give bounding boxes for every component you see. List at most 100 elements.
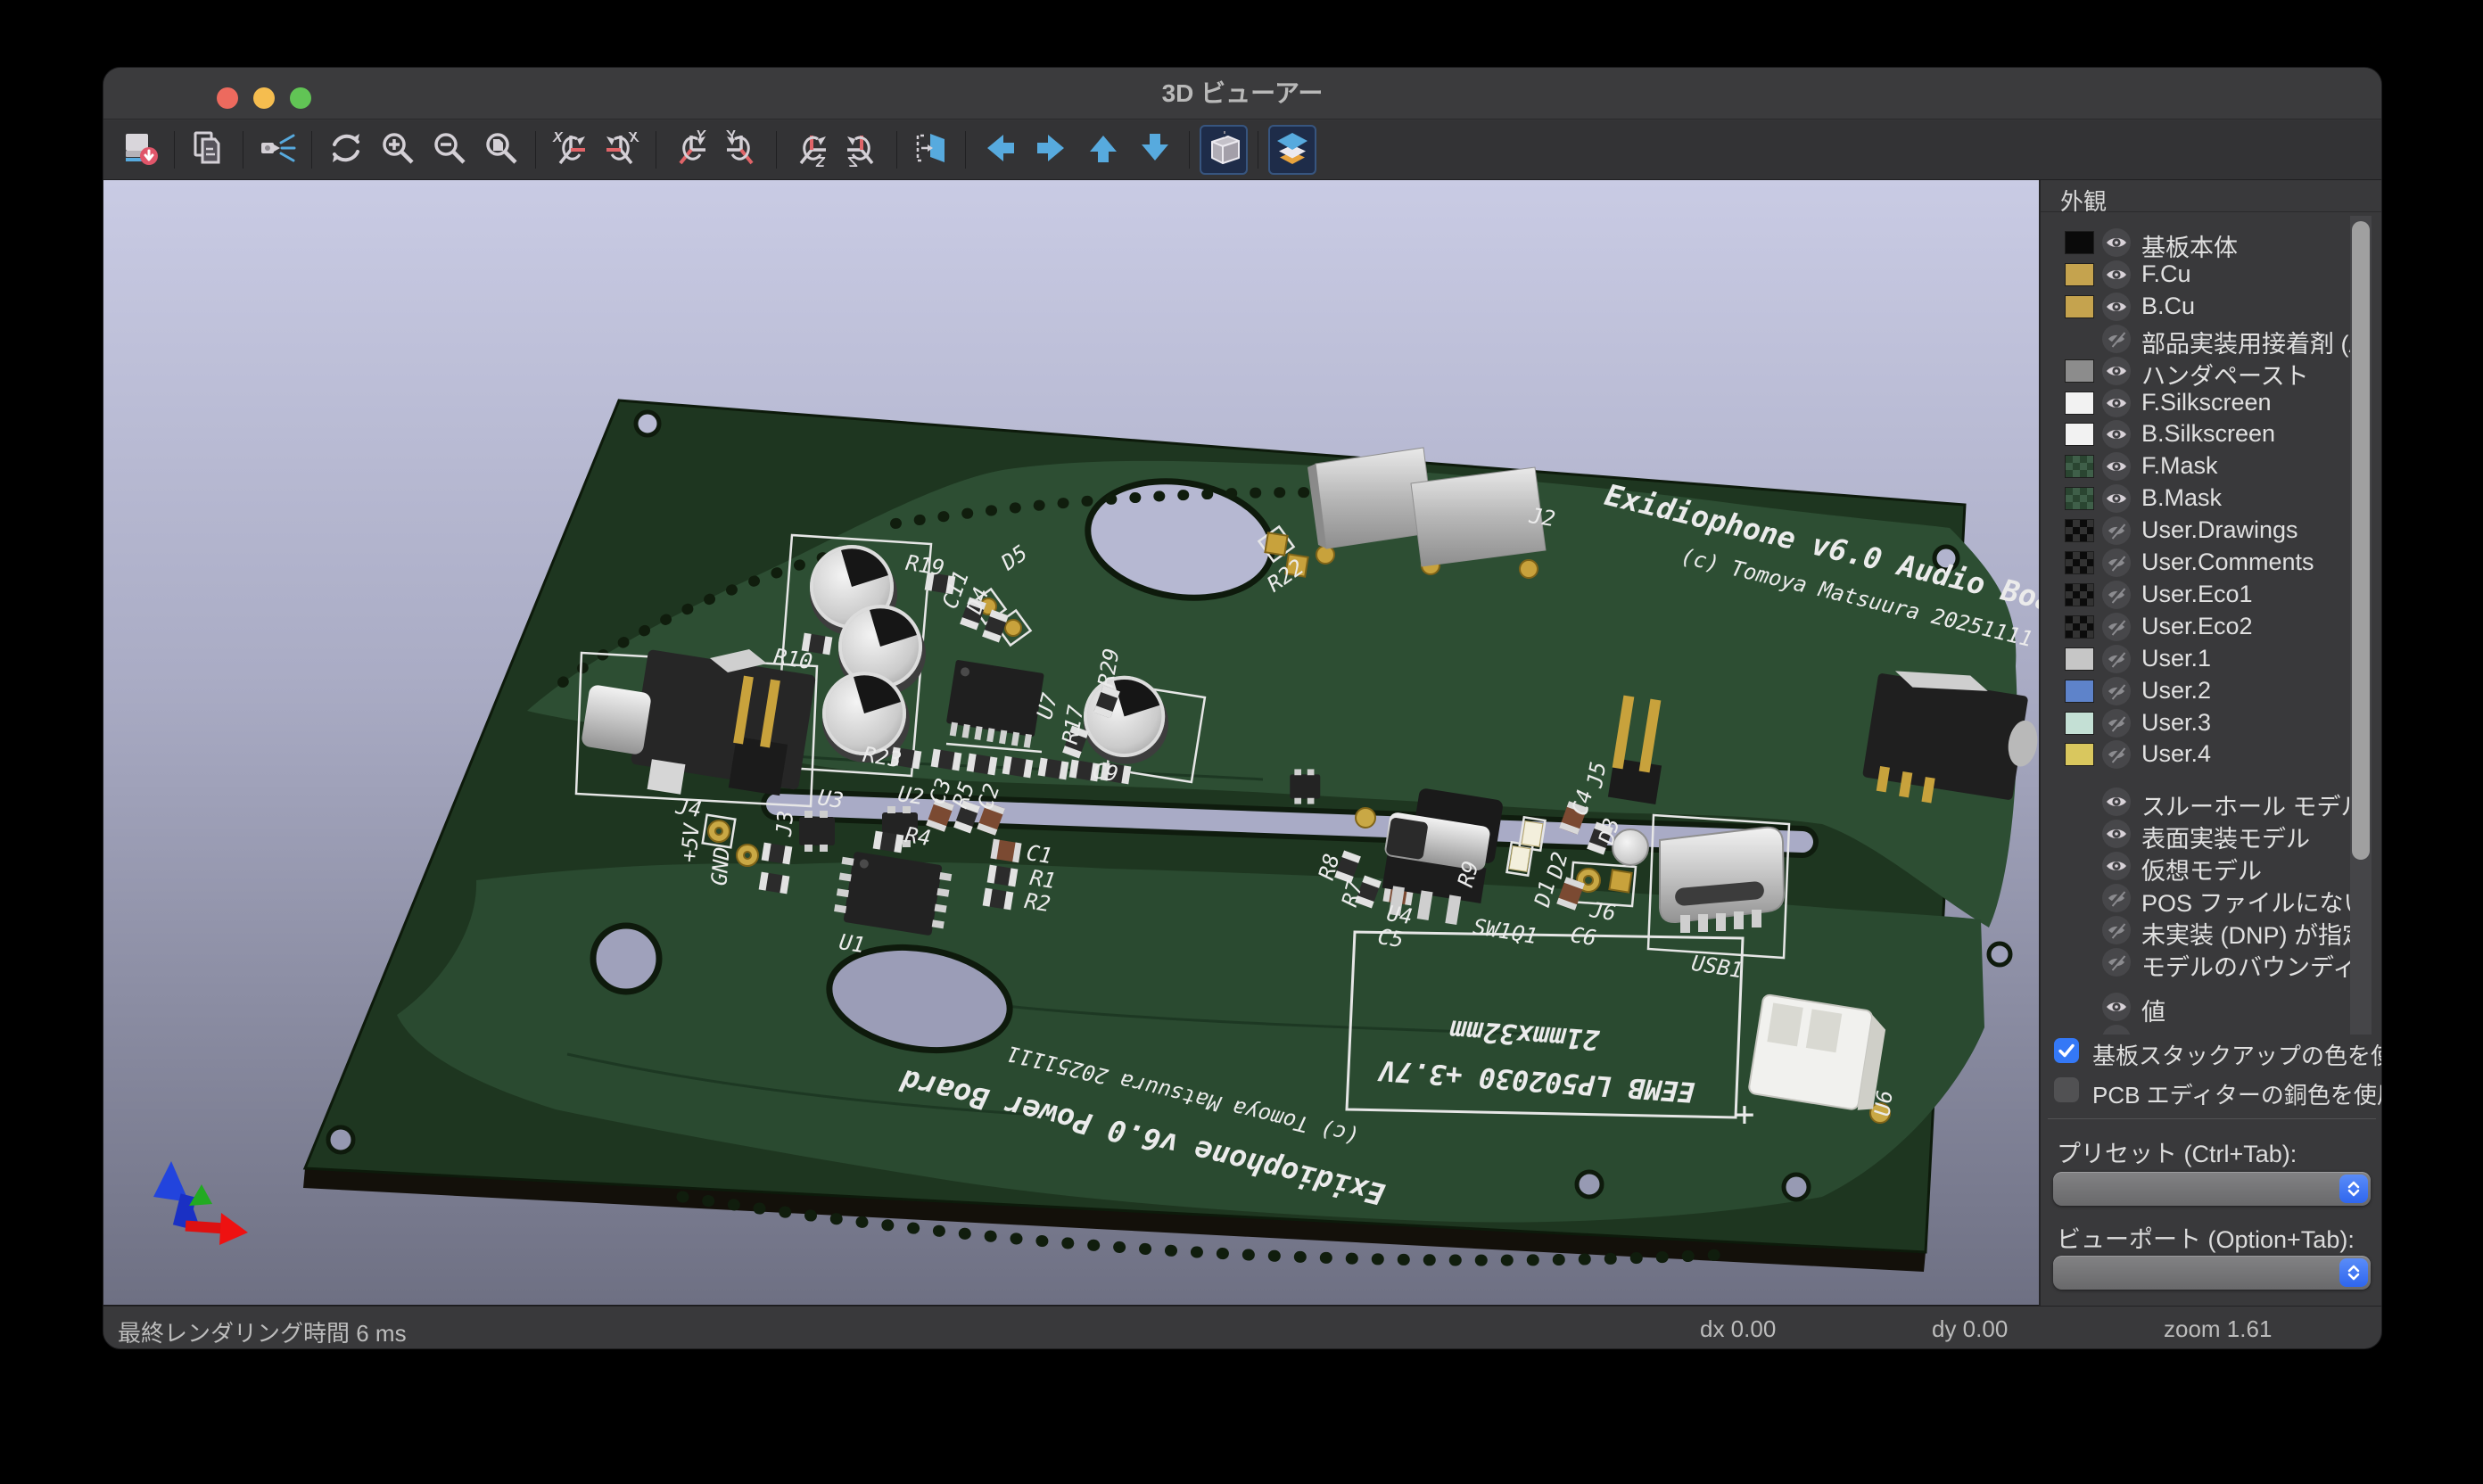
toolbar-button-zoom-in[interactable] — [374, 125, 422, 175]
layer-row-User.4[interactable]: User.4 — [2041, 738, 2382, 771]
eye-visible-icon[interactable] — [2102, 452, 2131, 481]
layer-row-User.3[interactable]: User.3 — [2041, 707, 2382, 739]
layer-row-User.Comments[interactable]: User.Comments — [2041, 547, 2382, 579]
checkbox-checked[interactable] — [2054, 1038, 2079, 1063]
layer-row-部品実装用接着剤 (Adh[interactable]: 部品実装用接着剤 (Adh — [2041, 323, 2382, 355]
color-swatch[interactable] — [2065, 551, 2094, 574]
layer-row-B.Silkscreen[interactable]: B.Silkscreen — [2041, 418, 2382, 450]
scrollbar-thumb[interactable] — [2352, 221, 2370, 860]
color-swatch[interactable] — [2065, 647, 2094, 671]
layer-row-F.Cu[interactable]: F.Cu — [2041, 259, 2382, 291]
toolbar-button-refresh-view[interactable] — [322, 125, 370, 175]
preset-select[interactable] — [2053, 1172, 2371, 1206]
eye-hidden-icon[interactable] — [2102, 740, 2131, 769]
color-swatch[interactable] — [2065, 392, 2094, 415]
color-swatch[interactable] — [2065, 519, 2094, 542]
eye-visible-icon[interactable] — [2102, 993, 2131, 1021]
layer-row-User.Eco2[interactable]: User.Eco2 — [2041, 611, 2382, 643]
eye-hidden-icon[interactable] — [2102, 548, 2131, 577]
checkbox[interactable] — [2054, 1077, 2079, 1102]
toolbar-button-pan-up[interactable] — [1079, 125, 1127, 175]
scrollbar[interactable] — [2350, 216, 2372, 1035]
layer-row-User.2[interactable]: User.2 — [2041, 675, 2382, 707]
toolbar-button-copy-image[interactable] — [185, 125, 233, 175]
layer-row-POS ファイルにないモデ[interactable]: POS ファイルにないモデ — [2041, 882, 2382, 914]
eye-visible-icon[interactable] — [2102, 357, 2131, 385]
layer-row-モデルのバウンディング[interactable]: モデルのバウンディング — [2041, 946, 2382, 978]
toolbar-button-zoom-to-fit[interactable] — [477, 125, 525, 175]
viewport-select[interactable] — [2053, 1256, 2371, 1290]
eye-visible-icon[interactable] — [2102, 820, 2131, 848]
toolbar-button-pan-down[interactable] — [1131, 125, 1179, 175]
eye-visible-icon[interactable] — [2102, 293, 2131, 321]
layer-row-スルーホール モデル[interactable]: スルーホール モデル — [2041, 786, 2382, 818]
eye-hidden-icon[interactable] — [2102, 884, 2131, 912]
color-swatch[interactable] — [2065, 583, 2094, 606]
toolbar-button-rotate-x-negative[interactable]: X — [598, 125, 646, 175]
color-swatch[interactable] — [2065, 359, 2094, 383]
eye-visible-icon[interactable] — [2102, 484, 2131, 513]
eye-hidden-icon[interactable] — [2102, 613, 2131, 641]
eye-hidden-icon[interactable] — [2102, 916, 2131, 944]
title-bar[interactable]: 3D ビューアー — [103, 68, 2381, 120]
layer-row-User.1[interactable]: User.1 — [2041, 643, 2382, 675]
layer-row-B.Cu[interactable]: B.Cu — [2041, 291, 2382, 323]
color-swatch[interactable] — [2065, 455, 2094, 478]
layer-row-User.Drawings[interactable]: User.Drawings — [2041, 515, 2382, 547]
layer-row-値[interactable]: 値 — [2041, 991, 2382, 1023]
eye-visible-icon[interactable] — [2102, 389, 2131, 417]
toolbar-button-orthographic-projection[interactable] — [1200, 125, 1248, 175]
toolbar-button-rotate-z-negative[interactable]: Z — [838, 125, 887, 175]
layer-row-表面実装モデル[interactable]: 表面実装モデル — [2041, 818, 2382, 850]
eye-hidden-icon[interactable] — [2102, 516, 2131, 545]
eye-hidden-icon[interactable] — [2102, 948, 2131, 977]
eye-visible-icon[interactable] — [2102, 228, 2131, 257]
toolbar-button-export-image[interactable] — [116, 125, 164, 175]
color-swatch[interactable] — [2065, 615, 2094, 639]
layer-row-未実装 (DNP) が指定さ[interactable]: 未実装 (DNP) が指定さ — [2041, 914, 2382, 946]
layer-row-User.Eco1[interactable]: User.Eco1 — [2041, 579, 2382, 611]
layer-row-F.Silkscreen[interactable]: F.Silkscreen — [2041, 387, 2382, 419]
color-swatch[interactable] — [2065, 712, 2094, 735]
toolbar-button-flip-board[interactable] — [907, 125, 955, 175]
toolbar-button-board-layers[interactable] — [1268, 125, 1316, 175]
layer-row[interactable] — [2041, 1023, 2382, 1035]
maximize-button[interactable] — [290, 87, 311, 109]
viewport-stepper-icon[interactable] — [2339, 1258, 2368, 1287]
toolbar-button-pan-left[interactable] — [976, 125, 1024, 175]
color-swatch[interactable] — [2065, 231, 2094, 254]
3d-viewport[interactable]: J4R10R19C11D4D5R23U7R29R17C9J2R22+5VGNDJ… — [103, 180, 2039, 1306]
color-swatch[interactable] — [2065, 295, 2094, 318]
layer-row-基板本体[interactable]: 基板本体 — [2041, 227, 2382, 259]
layer-row-ハンダペースト[interactable]: ハンダペースト — [2041, 355, 2382, 387]
color-swatch[interactable] — [2065, 263, 2094, 286]
color-swatch[interactable] — [2065, 423, 2094, 446]
toolbar-button-rotate-x-positive[interactable]: X — [546, 125, 594, 175]
color-swatch[interactable] — [2065, 680, 2094, 703]
toolbar-button-raytracing-render[interactable] — [253, 125, 301, 175]
eye-hidden-icon[interactable] — [2102, 325, 2131, 353]
color-swatch[interactable] — [2065, 743, 2094, 766]
eye-hidden-icon[interactable] — [2102, 645, 2131, 673]
eye-hidden-icon[interactable] — [2102, 677, 2131, 705]
svg-text:J2: J2 — [1527, 503, 1557, 532]
toolbar-button-zoom-out[interactable] — [425, 125, 474, 175]
eye-visible-icon[interactable] — [2102, 787, 2131, 816]
eye-visible-icon[interactable] — [2102, 1025, 2131, 1035]
layer-row-F.Mask[interactable]: F.Mask — [2041, 450, 2382, 482]
close-button[interactable] — [217, 87, 238, 109]
preset-stepper-icon[interactable] — [2339, 1175, 2368, 1203]
toolbar-button-rotate-z-positive[interactable]: Z — [787, 125, 835, 175]
layer-row-仮想モデル[interactable]: 仮想モデル — [2041, 850, 2382, 882]
toolbar-button-pan-right[interactable] — [1027, 125, 1076, 175]
layer-row-B.Mask[interactable]: B.Mask — [2041, 482, 2382, 515]
color-swatch[interactable] — [2065, 487, 2094, 510]
eye-visible-icon[interactable] — [2102, 852, 2131, 880]
toolbar-button-rotate-y-negative[interactable]: Y — [718, 125, 766, 175]
eye-visible-icon[interactable] — [2102, 420, 2131, 449]
eye-hidden-icon[interactable] — [2102, 709, 2131, 738]
toolbar-button-rotate-y-positive[interactable]: Y — [666, 125, 714, 175]
eye-visible-icon[interactable] — [2102, 260, 2131, 289]
minimize-button[interactable] — [253, 87, 275, 109]
eye-hidden-icon[interactable] — [2102, 581, 2131, 609]
